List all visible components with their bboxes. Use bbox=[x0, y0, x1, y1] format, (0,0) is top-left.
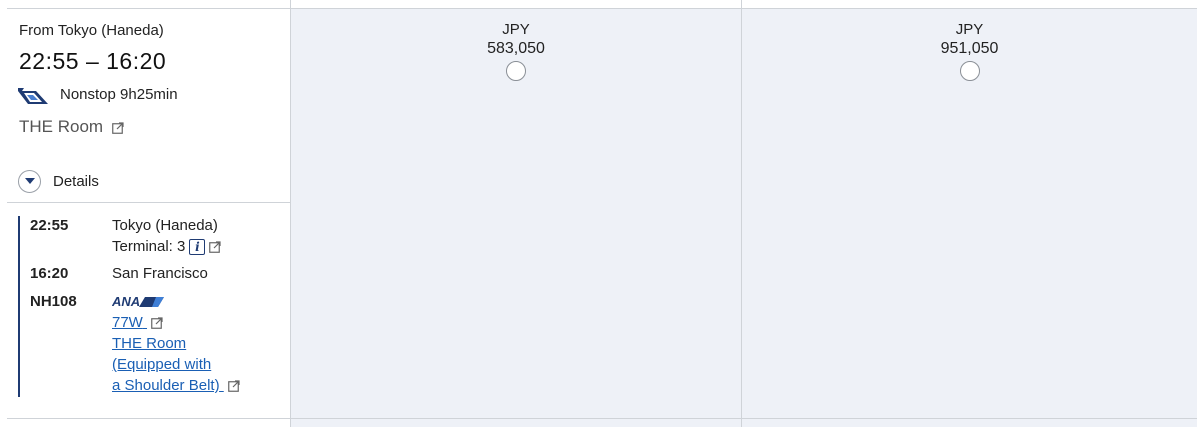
fare-select-radio-1[interactable] bbox=[506, 61, 526, 81]
terminal-label: Terminal: 3 bbox=[112, 238, 186, 255]
seat-link-line-3[interactable]: a Shoulder Belt) bbox=[112, 375, 240, 396]
fare-amount: 951,050 bbox=[940, 40, 999, 57]
seat-link-line-2[interactable]: (Equipped with bbox=[112, 354, 211, 375]
fare-column-1[interactable]: JPY 583,050 bbox=[291, 9, 741, 427]
arrival-time: 16:20 bbox=[30, 265, 69, 282]
seat-link-line-1[interactable]: THE Room bbox=[112, 333, 186, 354]
fare-currency: JPY bbox=[502, 21, 530, 38]
aircraft-type: 77W bbox=[112, 314, 143, 331]
departure-place: Tokyo (Haneda) bbox=[112, 217, 218, 234]
column-divider bbox=[290, 0, 291, 427]
fare-currency: JPY bbox=[955, 21, 984, 38]
departure-time: 22:55 bbox=[30, 217, 69, 234]
details-toggle[interactable]: Details bbox=[18, 170, 99, 193]
external-link-icon bbox=[111, 121, 124, 134]
fare-select-radio-2[interactable] bbox=[959, 61, 980, 81]
seat-link-text: a Shoulder Belt) bbox=[112, 377, 220, 394]
arrival-place: San Francisco bbox=[112, 265, 208, 282]
flight-times: 22:55 – 16:20 bbox=[19, 48, 167, 74]
flight-number-row: NH108 bbox=[30, 293, 112, 310]
seat-product-link[interactable]: THE Room bbox=[19, 117, 124, 137]
departure-row: 22:55 Tokyo (Haneda) bbox=[30, 217, 218, 234]
details-divider bbox=[7, 202, 290, 203]
info-icon[interactable]: i bbox=[189, 238, 206, 255]
ana-logo-text: ANA bbox=[112, 295, 140, 308]
ana-tail-icon bbox=[18, 88, 48, 104]
external-link-icon bbox=[151, 317, 163, 329]
fare-column-2[interactable]: JPY 951,050 bbox=[742, 9, 1197, 427]
itinerary-timeline bbox=[18, 216, 20, 397]
departure-terminal: Terminal: 3 i bbox=[112, 238, 221, 255]
origin-label: From Tokyo (Haneda) bbox=[19, 22, 164, 39]
arrival-row: 16:20 San Francisco bbox=[30, 265, 208, 282]
external-link-icon[interactable] bbox=[209, 240, 221, 253]
column-divider bbox=[741, 0, 742, 427]
external-link-icon bbox=[227, 380, 240, 392]
flight-result-card: JPY 583,050 JPY 951,050 From Tokyo (Hane… bbox=[0, 0, 1197, 427]
aircraft-link[interactable]: 77W bbox=[112, 312, 163, 333]
fare-header-2: JPY 951,050 bbox=[742, 21, 1197, 81]
nonstop-duration: Nonstop 9h25min bbox=[60, 86, 178, 103]
fare-header-1: JPY 583,050 bbox=[291, 21, 741, 81]
seat-product-label: THE Room bbox=[19, 117, 104, 136]
flight-number: NH108 bbox=[30, 293, 77, 310]
chevron-down-icon bbox=[18, 170, 41, 193]
fare-amount: 583,050 bbox=[487, 40, 545, 57]
ana-logo: ANA bbox=[112, 295, 164, 308]
details-label: Details bbox=[53, 173, 99, 190]
